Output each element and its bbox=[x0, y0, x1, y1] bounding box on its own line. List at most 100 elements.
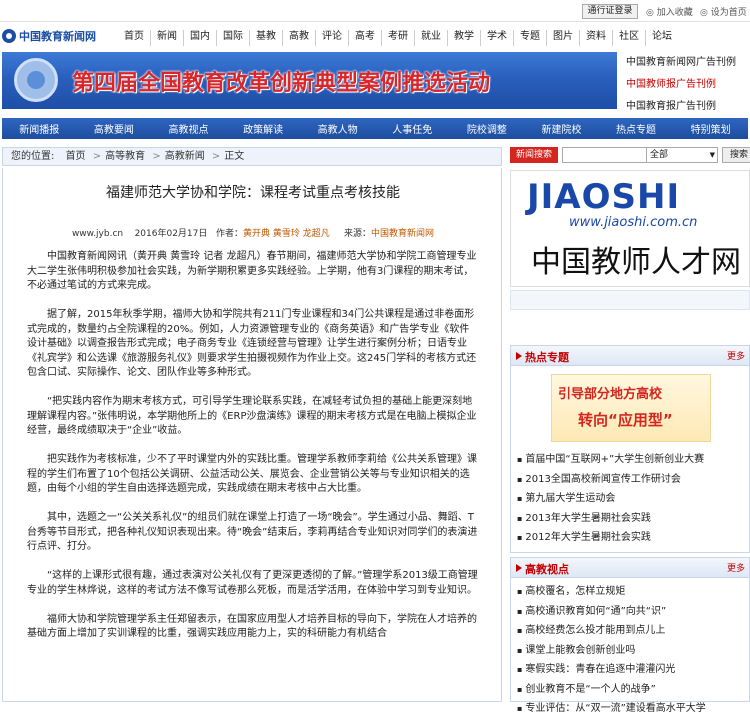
triangle-icon bbox=[516, 564, 522, 572]
section-nav-item[interactable]: 高教视点 bbox=[168, 121, 208, 136]
article-body: 中国教育新闻网讯（黄开典 黄雪玲 记者 龙超凡）春节期间，福建师范大学协和学院工… bbox=[27, 250, 479, 656]
logo-text: 中国教育新闻网 bbox=[19, 30, 96, 43]
home-icon: ◎ bbox=[700, 8, 711, 18]
section-nav-item[interactable]: 人事任免 bbox=[392, 121, 432, 136]
logo-icon bbox=[2, 29, 16, 43]
hot-topics-panel: 热点专题 更多 引导部分地方高校 转向“应用型” 首届中国“互联网+”大学生创新… bbox=[510, 345, 750, 553]
section-nav-item[interactable]: 高教人物 bbox=[318, 121, 358, 136]
nav-item[interactable]: 高考 bbox=[349, 30, 382, 46]
main-nav: 首页 新闻 国内 国际 基教 高教 评论 高考 考研 就业 教学 学术 专题 图片 资料 社区 论坛 bbox=[118, 30, 750, 46]
search-tag: 新闻搜索 bbox=[510, 147, 558, 163]
nav-item[interactable]: 考研 bbox=[382, 30, 415, 46]
breadcrumb: 您的位置: 首页 > 高等教育 > 高教新闻 > 正文 bbox=[2, 147, 502, 166]
article: 福建师范大学协和学院：课程考试重点考核技能 www.jyb.cn 2016年02… bbox=[2, 168, 502, 702]
nav-item[interactable]: 评论 bbox=[316, 30, 349, 46]
nav-item[interactable]: 资料 bbox=[580, 30, 613, 46]
article-paragraph: 把实践作为考核标准，少不了平时课堂内外的实践比重。管理学系教师李莉给《公共关系管… bbox=[27, 454, 477, 494]
list-item[interactable]: 2013年大学生暑期社会实践 bbox=[517, 509, 704, 529]
nav-item[interactable]: 新闻 bbox=[151, 30, 184, 46]
list-item[interactable]: 寒假实践：青春在追逐中灌灌闪光 bbox=[517, 660, 706, 680]
nav-item[interactable]: 国际 bbox=[217, 30, 250, 46]
list-item[interactable]: 第九届大学生运动会 bbox=[517, 489, 704, 509]
hot-banner-line1: 引导部分地方高校 bbox=[558, 387, 663, 402]
viewpoints-title: 高教视点 bbox=[525, 563, 569, 576]
viewpoints-more[interactable]: 更多 bbox=[727, 561, 745, 574]
section-nav-item[interactable]: 特别策划 bbox=[691, 121, 731, 136]
nav-item[interactable]: 高教 bbox=[283, 30, 316, 46]
nav-item[interactable]: 首页 bbox=[118, 30, 151, 46]
search-category-select[interactable]: 全部 bbox=[646, 147, 718, 163]
section-nav-item[interactable]: 政策解读 bbox=[243, 121, 283, 136]
list-item[interactable]: 2013全国高校新闻宣传工作研讨会 bbox=[517, 470, 704, 490]
breadcrumb-home[interactable]: 首页 bbox=[66, 151, 86, 162]
list-item[interactable]: 首届中国“互联网+”大学生创新创业大赛 bbox=[517, 450, 704, 470]
ad-link-jyb-net[interactable]: 中国教育新闻网广告刊例 bbox=[626, 52, 750, 74]
section-nav-item[interactable]: 新闻播报 bbox=[19, 121, 59, 136]
side-spacer bbox=[510, 290, 750, 310]
news-search: 新闻搜索 全部 搜索 bbox=[510, 147, 750, 165]
ad-links: 中国教育新闻网广告刊例 中国教师报广告刊例 中国教育报广告刊例 bbox=[626, 52, 750, 118]
article-author: 黄开典 黄雪玲 龙超凡 bbox=[242, 229, 330, 239]
viewpoints-header: 高教视点 更多 bbox=[511, 558, 749, 578]
login-button[interactable]: 通行证登录 bbox=[582, 4, 638, 19]
nav-item[interactable]: 论坛 bbox=[646, 30, 678, 46]
list-item[interactable]: 高校经费怎么投才能用到点儿上 bbox=[517, 621, 706, 641]
site-logo[interactable]: 中国教育新闻网 bbox=[2, 26, 112, 46]
banner-title: 第四届全国教育改革创新典型案例推选活动 bbox=[72, 71, 491, 96]
nav-item[interactable]: 专题 bbox=[514, 30, 547, 46]
jiaoshi-url: www.jiaoshi.com.cn bbox=[569, 215, 698, 230]
hot-topics-title: 热点专题 bbox=[525, 351, 569, 364]
breadcrumb-higher-edu[interactable]: 高等教育 bbox=[105, 151, 145, 162]
ad-link-jyb-paper[interactable]: 中国教育报广告刊例 bbox=[626, 96, 750, 118]
add-favorite-link[interactable]: ◎ 加入收藏 bbox=[646, 5, 693, 18]
list-item[interactable]: 高校通识教育如何“通”向共“识” bbox=[517, 602, 706, 622]
breadcrumb-label: 您的位置: bbox=[11, 151, 55, 162]
source-label: 来源： bbox=[344, 229, 372, 239]
event-banner[interactable]: 第四届全国教育改革创新典型案例推选活动 bbox=[2, 52, 617, 109]
article-source: 中国教育新闻网 bbox=[371, 229, 435, 239]
viewpoints-list: 高校覆名，怎样立规矩 高校通识教育如何“通”向共“识” 高校经费怎么投才能用到点… bbox=[517, 582, 706, 719]
top-bar: 通行证登录 ◎ 加入收藏 ◎ 设为首页 bbox=[0, 0, 750, 22]
star-icon: ◎ bbox=[646, 8, 657, 18]
search-button[interactable]: 搜索 bbox=[722, 147, 750, 163]
nav-item[interactable]: 社区 bbox=[613, 30, 646, 46]
article-paragraph: “把实践内容作为期末考核方式，可引导学生理论联系实践，在减轻考试负担的基础上能更… bbox=[27, 396, 477, 436]
hot-topic-banner[interactable]: 引导部分地方高校 转向“应用型” bbox=[551, 374, 711, 442]
author-label: 作者： bbox=[215, 229, 243, 239]
jiaoshi-ad[interactable]: JIAOSHI www.jiaoshi.com.cn 中国教师人才网 bbox=[510, 170, 750, 287]
article-paragraph: 据了解，2015年秋季学期，福师大协和学院共有211门专业课程和34门公共课程是… bbox=[27, 309, 477, 378]
hot-topics-header: 热点专题 更多 bbox=[511, 346, 749, 366]
nav-item[interactable]: 国内 bbox=[184, 30, 217, 46]
article-title: 福建师范大学协和学院：课程考试重点考核技能 bbox=[106, 185, 400, 201]
nav-item[interactable]: 基教 bbox=[250, 30, 283, 46]
viewpoints-panel: 高教视点 更多 高校覆名，怎样立规矩 高校通识教育如何“通”向共“识” 高校经费… bbox=[510, 557, 750, 714]
list-item[interactable]: 高校覆名，怎样立规矩 bbox=[517, 582, 706, 602]
ad-link-teacher-paper[interactable]: 中国教师报广告刊例 bbox=[626, 74, 750, 96]
breadcrumb-current: 正文 bbox=[224, 151, 245, 162]
list-item[interactable]: 课堂上能教会创新创业吗 bbox=[517, 641, 706, 661]
triangle-icon bbox=[516, 352, 522, 360]
emblem-icon bbox=[14, 58, 58, 102]
section-nav-item[interactable]: 高教要闻 bbox=[94, 121, 134, 136]
article-date: 2016年02月17日 bbox=[134, 229, 208, 239]
list-item[interactable]: 2012年大学生暑期社会实践 bbox=[517, 528, 704, 548]
article-paragraph: “这样的上课形式很有趣，通过表演对公关礼仪有了更深更透彻的了解。”管理学系201… bbox=[27, 570, 478, 596]
nav-item[interactable]: 教学 bbox=[448, 30, 481, 46]
nav-item[interactable]: 学术 bbox=[481, 30, 514, 46]
section-nav: 新闻播报 高教要闻 高教视点 政策解读 高教人物 人事任免 院校调整 新建院校 热点专题 特别策划 bbox=[2, 118, 748, 139]
hot-banner-line2: 转向“应用型” bbox=[578, 411, 673, 429]
list-item[interactable]: 创业教育不是“一个人的战争” bbox=[517, 680, 706, 700]
article-paragraph: 福师大协和学院管理学系主任郑留表示，在国家应用型人才培养目标的导向下，学院在人才… bbox=[27, 613, 477, 640]
section-nav-item[interactable]: 新建院校 bbox=[541, 121, 581, 136]
nav-item[interactable]: 图片 bbox=[547, 30, 580, 46]
set-homepage-link[interactable]: ◎ 设为首页 bbox=[700, 5, 747, 18]
jiaoshi-name: 中国教师人才网 bbox=[531, 245, 741, 280]
article-paragraph: 其中，选题之一“公关关系礼仪”的组员们就在课堂上打造了一场“晚会”。学生通过小品… bbox=[27, 512, 478, 552]
search-input[interactable] bbox=[562, 147, 650, 163]
section-nav-item[interactable]: 院校调整 bbox=[467, 121, 507, 136]
hot-topics-more[interactable]: 更多 bbox=[727, 349, 745, 362]
nav-item[interactable]: 就业 bbox=[415, 30, 448, 46]
section-nav-item[interactable]: 热点专题 bbox=[616, 121, 656, 136]
breadcrumb-news[interactable]: 高教新闻 bbox=[165, 151, 205, 162]
jiaoshi-brand: JIAOSHI bbox=[527, 177, 681, 217]
